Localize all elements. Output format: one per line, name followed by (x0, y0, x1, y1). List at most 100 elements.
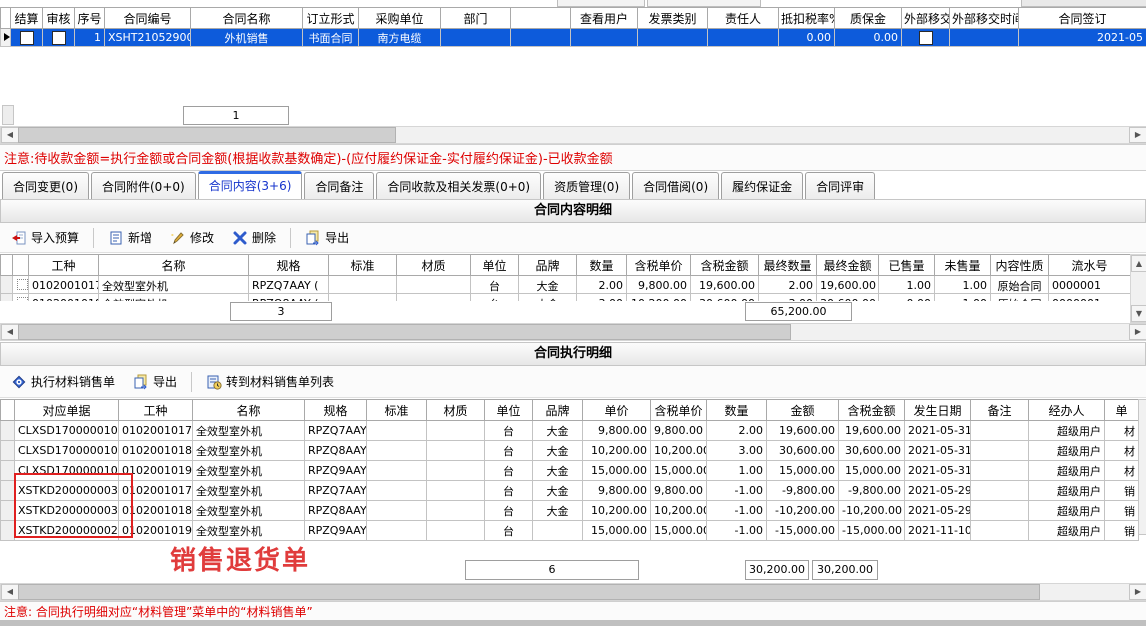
contract-row-selected[interactable]: 1 XSHT210529001 外机销售 书面合同 南方电缆 0.00 0.00… (1, 29, 1146, 47)
content-hscrollbar: ◀ ▶ (0, 323, 1146, 341)
column-header: 发生日期 (905, 400, 971, 421)
grid-cell: 0102001018 (119, 441, 193, 461)
row-selector (1, 521, 15, 541)
grid-cell (397, 294, 471, 302)
grid-cell: 3.00 (759, 294, 817, 302)
column-header: 品牌 (519, 255, 577, 276)
content-export-button[interactable]: 导出 (298, 225, 356, 250)
content-grid: 工种 名称 规格 标准 材质 单位 品牌 数量 含税单价 含税金额 最终数量 最… (0, 254, 1131, 296)
execution-row[interactable]: CLXSD170000010 0102001017 全效型室外机 RPZQ7AA… (1, 421, 1139, 441)
contracts-header-row: 结算 审核 序号 合同编号 合同名称 订立形式 采购单位 部门 查看用户 发票类… (1, 8, 1146, 29)
row-selector (1, 461, 15, 481)
grid-cell: 15,000.00 (651, 461, 707, 481)
external-transfer-checkbox[interactable] (919, 31, 933, 45)
grid-cell: 2021-05-29 (905, 501, 971, 521)
audit-checkbox[interactable] (52, 31, 66, 45)
grid-cell: 2021-05-31 (905, 441, 971, 461)
execute-sales-order-label: 执行材料销售单 (31, 373, 115, 390)
scroll-thumb[interactable] (18, 584, 1040, 600)
grid-cell: RPZQ8AAY (305, 501, 367, 521)
tab-contract-attachment[interactable]: 合同附件(0+0) (91, 172, 196, 199)
tab-contract-remark[interactable]: 合同备注 (304, 172, 374, 199)
execution-export-button[interactable]: 导出 (126, 369, 184, 394)
contracts-hscrollbar: ◀ ▶ (0, 126, 1146, 144)
execute-sales-order-button[interactable]: 执行材料销售单 (4, 369, 122, 394)
grid-cell: 2021-11-10 (905, 521, 971, 541)
tree-expander-icon[interactable] (17, 297, 28, 302)
grid-cell (427, 461, 485, 481)
execution-row[interactable]: XSTKD200000003 0102001017 全效型室外机 RPZQ7AA… (1, 481, 1139, 501)
grid-cell: 19,600.00 (839, 421, 905, 441)
grid-cell (638, 29, 708, 47)
export-icon (305, 230, 321, 246)
import-budget-button[interactable]: 导入预算 (4, 225, 86, 250)
grid-cell: 9,800.00 (583, 481, 651, 501)
grid-cell: XSHT210529001 (105, 29, 191, 47)
scroll-left-button[interactable]: ◀ (1, 324, 19, 340)
goto-sales-order-list-button[interactable]: 转到材料销售单列表 (199, 369, 341, 394)
execution-row[interactable]: XSTKD200000002 0102001019 全效型室外机 RPZQ9AA… (1, 521, 1139, 541)
tab-contract-content[interactable]: 合同内容(3+6) (198, 171, 303, 200)
grid-cell: 1.00 (707, 461, 767, 481)
grid-cell: 大金 (519, 294, 577, 302)
scroll-thumb[interactable] (18, 127, 396, 143)
content-section-title: 合同内容明细 (0, 199, 1146, 223)
row-selector (1, 501, 15, 521)
grid-cell: 30,600.00 (691, 294, 759, 302)
grid-cell: RPZQ8AAY (305, 441, 367, 461)
tab-contract-change[interactable]: 合同变更(0) (2, 172, 89, 199)
delete-label: 删除 (252, 229, 276, 246)
grid-cell: 0.00 (879, 294, 935, 302)
grid-cell: -1.00 (707, 501, 767, 521)
execution-vscrollbar[interactable] (1138, 399, 1146, 535)
grid-cell: 超级用户 (1029, 421, 1105, 441)
content-row[interactable]: 0102001018 全效型室外机 RPZQ8AAY ( 台 大金 3.00 1… (1, 294, 1131, 302)
settle-checkbox[interactable] (20, 31, 34, 45)
scroll-right-button[interactable]: ▶ (1129, 324, 1146, 340)
grid-cell (971, 521, 1029, 541)
grid-cell (367, 501, 427, 521)
grid-cell (441, 29, 511, 47)
tab-contract-receipts-invoices[interactable]: 合同收款及相关发票(0+0) (376, 172, 541, 199)
execution-row[interactable]: CLXSD170000010 0102001019 全效型室外机 RPZQ9AA… (1, 461, 1139, 481)
column-header: 标准 (329, 255, 397, 276)
execution-record-count-box: 6 (465, 560, 639, 580)
column-header: 流水号 (1049, 255, 1131, 276)
grid-cell: 超级用户 (1029, 521, 1105, 541)
grid-cell: 9,800.00 (651, 481, 707, 501)
execution-row[interactable]: XSTKD200000003 0102001018 全效型室外机 RPZQ8AA… (1, 501, 1139, 521)
column-header: 内容性质 (991, 255, 1049, 276)
column-header: 含税单价 (651, 400, 707, 421)
scroll-left-button[interactable]: ◀ (1, 584, 19, 600)
column-header: 数量 (577, 255, 627, 276)
column-header: 标准 (367, 400, 427, 421)
tree-expander-icon[interactable] (17, 279, 28, 290)
execution-hscrollbar: ◀ ▶ (0, 583, 1146, 601)
execution-header-row: 对应单据 工种 名称 规格 标准 材质 单位 品牌 单价 含税单价 数量 金额 … (1, 400, 1139, 421)
import-budget-icon (11, 230, 27, 246)
tab-performance-bond[interactable]: 履约保证金 (721, 172, 803, 199)
modify-button[interactable]: 修改 (163, 225, 221, 250)
scroll-thumb[interactable] (18, 324, 791, 340)
grid-cell: 15,000.00 (583, 521, 651, 541)
tab-contract-borrow[interactable]: 合同借阅(0) (632, 172, 719, 199)
tab-qualification-management[interactable]: 资质管理(0) (543, 172, 630, 199)
column-header: 单 (1105, 400, 1139, 421)
scroll-down-button[interactable]: ▼ (1131, 305, 1146, 322)
scroll-right-button[interactable]: ▶ (1129, 127, 1146, 143)
grid-cell: 销 (1105, 521, 1139, 541)
grid-cell: 15,000.00 (839, 461, 905, 481)
scroll-up-button[interactable]: ▲ (1131, 255, 1146, 272)
row-pointer-icon (4, 33, 10, 41)
column-header: 审核 (43, 8, 75, 29)
tab-contract-review[interactable]: 合同评审 (805, 172, 875, 199)
scroll-right-button[interactable]: ▶ (1129, 584, 1146, 600)
grid-cell: 10,200.00 (583, 501, 651, 521)
column-header: 材质 (397, 255, 471, 276)
column-header (511, 8, 571, 29)
scroll-left-button[interactable]: ◀ (1, 127, 19, 143)
delete-button[interactable]: 删除 (225, 225, 283, 250)
grid-cell: 台 (485, 521, 533, 541)
execution-row[interactable]: CLXSD170000010 0102001018 全效型室外机 RPZQ8AA… (1, 441, 1139, 461)
add-button[interactable]: 新增 (101, 225, 159, 250)
